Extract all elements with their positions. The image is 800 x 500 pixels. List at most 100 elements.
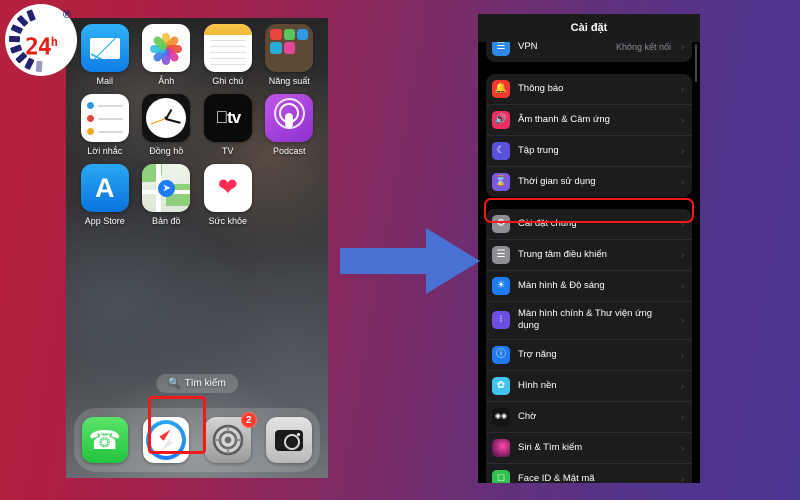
logo-number: 24 [25, 34, 52, 61]
settings-group-general: ⚙ Cài đặt chung › ☰ Trung tâm điều khiển… [486, 209, 692, 483]
app-label: App Store [84, 216, 125, 226]
app-mail[interactable]: Mail [74, 24, 136, 86]
hourglass-icon: ⌛ [492, 173, 510, 191]
podcast-icon [265, 94, 314, 142]
app-library-icon: ⁝ [492, 311, 510, 330]
row-label: Hình nền [518, 379, 557, 391]
app-label: TV [221, 146, 234, 156]
app-clock[interactable]: Đồng hồ [136, 94, 198, 156]
chevron-right-icon: › [681, 115, 684, 125]
chevron-right-icon: › [681, 84, 684, 94]
notification-badge: 2 [240, 412, 257, 428]
app-label: Mail [96, 76, 113, 86]
app-folder-productivity[interactable]: Năng suất [259, 24, 321, 86]
clock-icon [142, 94, 191, 142]
gear-glyph [212, 424, 244, 456]
chevron-right-icon: › [681, 146, 684, 156]
search-icon: 🔍 [168, 378, 181, 389]
settings-app-highlight-box [148, 396, 206, 454]
health-icon: ❤ [203, 164, 252, 212]
speaker-icon: 🔊 [492, 111, 510, 129]
right-arrow [340, 228, 480, 294]
settings-title-bar: Cài đặt [478, 14, 700, 42]
app-photos[interactable]: Ảnh [136, 24, 198, 86]
chevron-right-icon: › [681, 380, 684, 391]
chevron-right-icon: › [681, 281, 684, 291]
notes-icon [203, 24, 252, 72]
app-label: Lời nhắc [87, 146, 123, 156]
app-label: Podcast [272, 146, 306, 156]
accessibility-icon: ⓘ [492, 345, 510, 364]
app-label: Sức khỏe [208, 216, 248, 226]
app-reminders[interactable]: Lời nhắc [74, 94, 136, 156]
row-label: Âm thanh & Cảm ứng [518, 113, 610, 125]
settings-row-display-brightness[interactable]: ☀ Màn hình & Độ sáng › [486, 271, 692, 302]
app-maps[interactable]: ➤ Bản đồ [136, 164, 198, 226]
siri-icon [492, 438, 510, 457]
app-label: Đồng hồ [149, 146, 184, 156]
chevron-right-icon: › [681, 315, 684, 326]
chevron-right-icon: › [681, 442, 684, 453]
app-grid: Mail Ảnh Ghi chú Năng suất Lời nhắc Đồng… [74, 24, 320, 226]
app-label: Ghi chú [212, 76, 244, 86]
app-tv[interactable]: tv TV [197, 94, 259, 156]
app-podcast[interactable]: Podcast [259, 94, 321, 156]
settings-row-screen-time[interactable]: ⌛ Thời gian sử dụng › [486, 167, 692, 197]
logo-superscript: h [50, 35, 58, 49]
chevron-right-icon: › [681, 42, 684, 52]
general-settings-highlight-box [484, 198, 694, 223]
app-empty-slot [259, 164, 321, 226]
photos-icon [142, 24, 191, 72]
registered-mark: ® [62, 9, 71, 21]
row-label: Trợ năng [518, 348, 557, 360]
tv-icon: tv [203, 94, 252, 142]
moon-icon: ☾ [492, 142, 510, 160]
brand-logo-24h: ® 24h [5, 4, 77, 76]
settings-row-control-center[interactable]: ☰ Trung tâm điều khiển › [486, 240, 692, 271]
search-label: Tìm kiếm [184, 378, 226, 389]
chevron-right-icon: › [681, 250, 684, 260]
folder-icon [265, 24, 314, 72]
page-title: Cài đặt [570, 22, 608, 34]
app-label: Ảnh [158, 76, 175, 86]
app-appstore[interactable]: A App Store [74, 164, 136, 226]
search-pill[interactable]: 🔍 Tìm kiếm [156, 374, 238, 393]
app-label: Năng suất [268, 76, 310, 86]
app-label: Bản đồ [151, 216, 181, 226]
faceid-icon: ☐ [492, 469, 510, 483]
settings-row-focus[interactable]: ☾ Tập trung › [486, 136, 692, 167]
scrollbar-thumb[interactable] [695, 44, 697, 82]
standby-icon: ◉◉ [492, 407, 510, 426]
row-label: Siri & Tìm kiếm [518, 441, 583, 453]
app-notes[interactable]: Ghi chú [197, 24, 259, 86]
settings-row-home-screen-app-library[interactable]: ⁝ Màn hình chính & Thư viện ứng dụng › [486, 302, 692, 340]
row-label: Tập trung [518, 144, 559, 156]
ios-settings-screenshot: Cài đặt ☰ VPN Không kết nối › 🔔 Thông bá… [478, 14, 700, 483]
maps-icon: ➤ [142, 164, 191, 212]
row-label: Màn hình & Độ sáng [518, 279, 605, 291]
app-health[interactable]: ❤ Sức khỏe [197, 164, 259, 226]
row-label: Thời gian sử dụng [518, 175, 596, 187]
chevron-right-icon: › [681, 473, 684, 483]
settings-row-standby[interactable]: ◉◉ Chờ › [486, 402, 692, 433]
row-label: Trung tâm điều khiển [518, 248, 607, 260]
chevron-right-icon: › [681, 349, 684, 360]
phone-icon[interactable]: ☎ [81, 417, 128, 463]
mail-icon [80, 24, 129, 72]
row-value: Không kết nối [615, 42, 671, 52]
settings-row-wallpaper[interactable]: ✿ Hình nền › [486, 371, 692, 402]
settings-row-face-id[interactable]: ☐ Face ID & Mật mã › [486, 464, 692, 483]
settings-row-siri-search[interactable]: Siri & Tìm kiếm › [486, 433, 692, 464]
settings-row-sounds[interactable]: 🔊 Âm thanh & Cảm ứng › [486, 105, 692, 136]
row-label: VPN [518, 40, 538, 52]
camera-icon[interactable] [266, 417, 313, 463]
bell-icon: 🔔 [492, 80, 510, 98]
settings-group-notifications: 🔔 Thông báo › 🔊 Âm thanh & Cảm ứng › ☾ T… [486, 74, 692, 197]
row-label: Màn hình chính & Thư viện ứng dụng [518, 308, 653, 332]
appstore-icon: A [80, 164, 129, 212]
chevron-right-icon: › [681, 177, 684, 187]
dock-settings-wrapper[interactable]: 2 [204, 412, 257, 463]
settings-row-notifications[interactable]: 🔔 Thông báo › [486, 74, 692, 105]
settings-row-accessibility[interactable]: ⓘ Trợ năng › [486, 340, 692, 371]
row-label: Face ID & Mật mã [518, 472, 595, 483]
